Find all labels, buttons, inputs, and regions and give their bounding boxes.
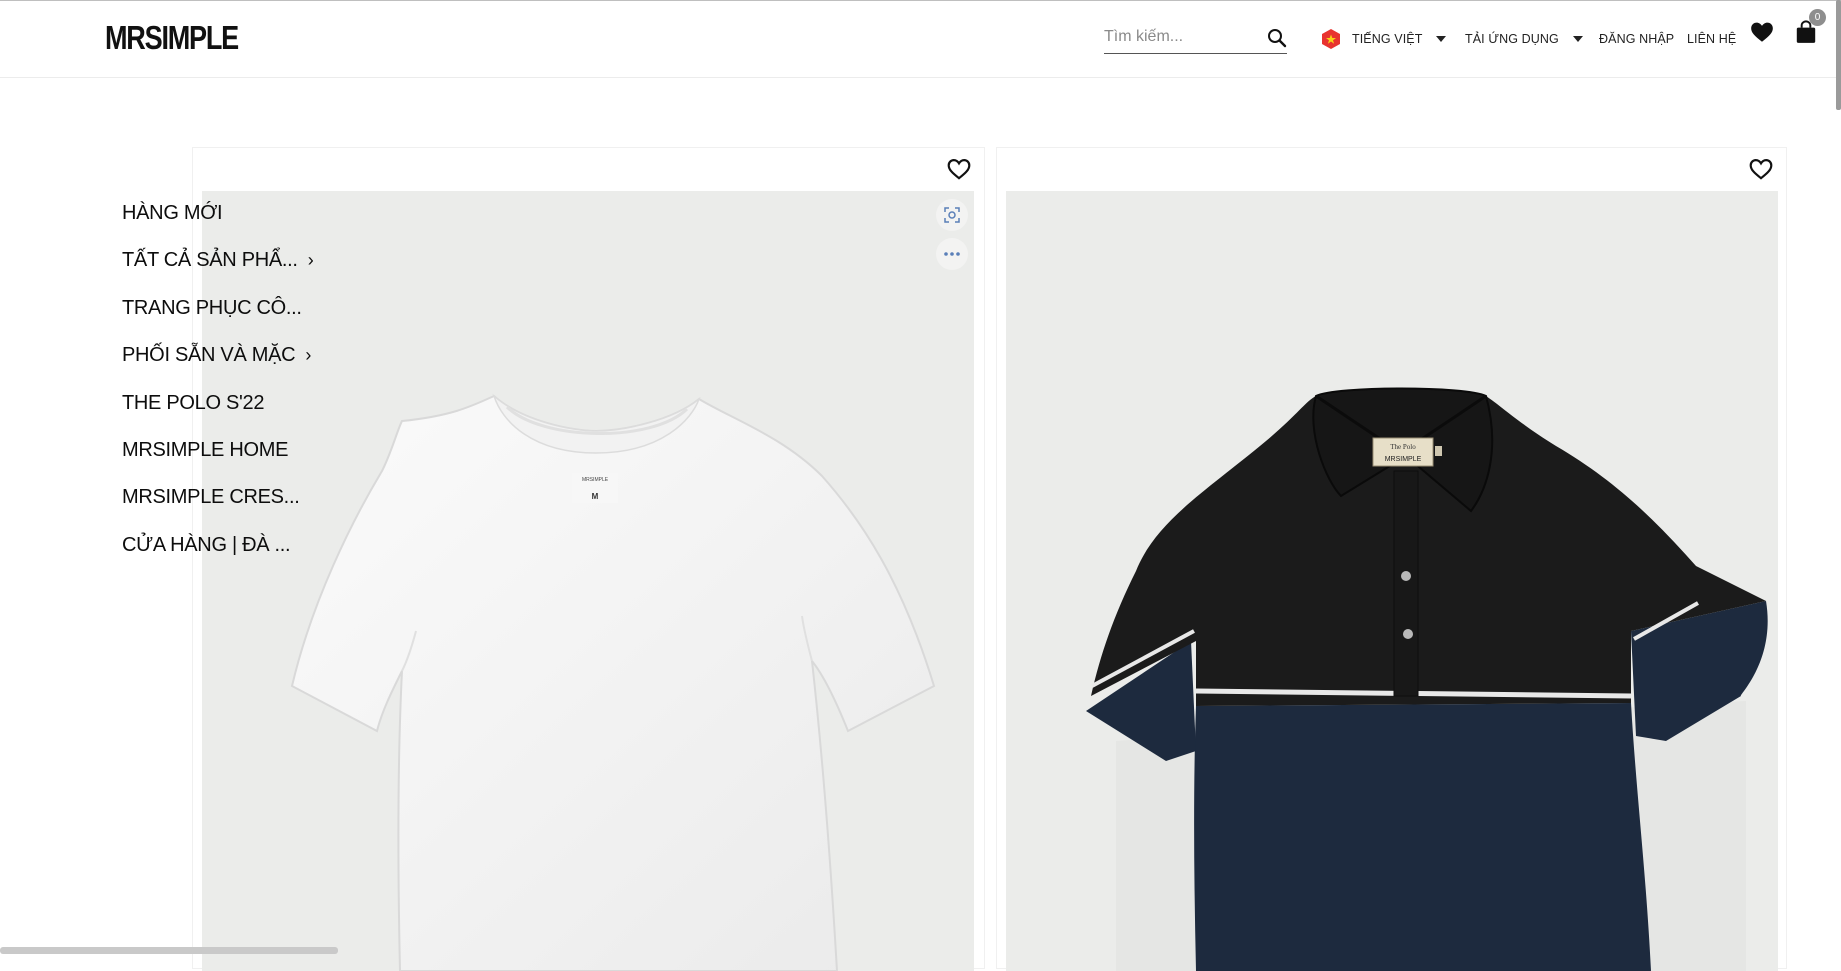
- svg-text:The Polo: The Polo: [1390, 443, 1416, 451]
- category-menu: HÀNG MỚI TẤT CẢ SẢN PHẨ... › TRANG PHỤC C…: [122, 200, 314, 579]
- search-input[interactable]: [1104, 23, 1254, 51]
- search-box: [1104, 23, 1287, 54]
- app-download-label: TẢI ỨNG DỤNG: [1465, 32, 1559, 46]
- scan-icon: [944, 207, 960, 223]
- size-label: M: [592, 492, 599, 501]
- favorite-heart-icon[interactable]: [946, 156, 972, 182]
- favorite-heart-icon[interactable]: [1748, 156, 1774, 182]
- svg-text:MRSIMPLE: MRSIMPLE: [1385, 456, 1422, 463]
- login-label: ĐĂNG NHẬP: [1599, 32, 1675, 46]
- product-image[interactable]: The Polo MRSIMPLE: [1006, 191, 1778, 971]
- chevron-down-icon: [1436, 36, 1447, 42]
- chevron-right-icon: ›: [307, 250, 314, 271]
- contact-label: LIÊN HỆ: [1687, 32, 1737, 46]
- site-header: MRSIMPLE TIẾNG VIỆT TẢI ỨNG DỤNG ĐĂNG NH…: [0, 1, 1841, 78]
- horizontal-scrollbar[interactable]: [0, 947, 338, 954]
- contact-link[interactable]: LIÊN HỆ: [1687, 21, 1736, 57]
- product-card[interactable]: The Polo MRSIMPLE: [996, 147, 1787, 971]
- app-download-menu[interactable]: TẢI ỨNG DỤNG: [1465, 21, 1583, 57]
- vertical-scrollbar[interactable]: [1836, 0, 1841, 110]
- chevron-down-icon: [1572, 36, 1583, 42]
- white-tshirt-illustration: MRSIMPLE M: [290, 393, 936, 971]
- language-selector[interactable]: TIẾNG VIỆT: [1320, 21, 1447, 57]
- menu-item-new[interactable]: HÀNG MỚI: [122, 200, 313, 247]
- menu-item-mrsimple-home[interactable]: MRSIMPLE HOME: [122, 437, 313, 484]
- menu-item-office-wear[interactable]: TRANG PHỤC CÔ...: [122, 295, 313, 342]
- menu-item-the-polo[interactable]: THE POLO S'22: [122, 390, 313, 437]
- cart-count-badge: 0: [1809, 9, 1826, 26]
- visual-search-button[interactable]: [936, 199, 968, 231]
- svg-text:MRSIMPLE: MRSIMPLE: [582, 477, 609, 483]
- menu-item-all-products[interactable]: TẤT CẢ SẢN PHẨ... ›: [122, 247, 314, 294]
- product-image[interactable]: MRSIMPLE M: [202, 191, 974, 971]
- vietnam-flag-icon: [1322, 29, 1340, 49]
- language-label: TIẾNG VIỆT: [1352, 32, 1423, 46]
- login-link[interactable]: ĐĂNG NHẬP: [1599, 21, 1674, 57]
- search-icon[interactable]: [1267, 28, 1287, 48]
- chevron-right-icon: ›: [305, 345, 312, 366]
- menu-item-mrsimple-crest[interactable]: MRSIMPLE CRES...: [122, 484, 313, 531]
- polo-shirt-illustration: The Polo MRSIMPLE: [1086, 387, 1768, 971]
- more-options-button[interactable]: [936, 238, 968, 270]
- more-dots-icon: [944, 252, 960, 256]
- wishlist-heart-icon[interactable]: [1749, 19, 1775, 45]
- site-logo[interactable]: MRSIMPLE: [105, 19, 239, 57]
- menu-item-stores[interactable]: CỬA HÀNG | ĐÀ ...: [122, 532, 313, 579]
- menu-item-ready-outfits[interactable]: PHỐI SẴN VÀ MẶC ›: [122, 342, 313, 389]
